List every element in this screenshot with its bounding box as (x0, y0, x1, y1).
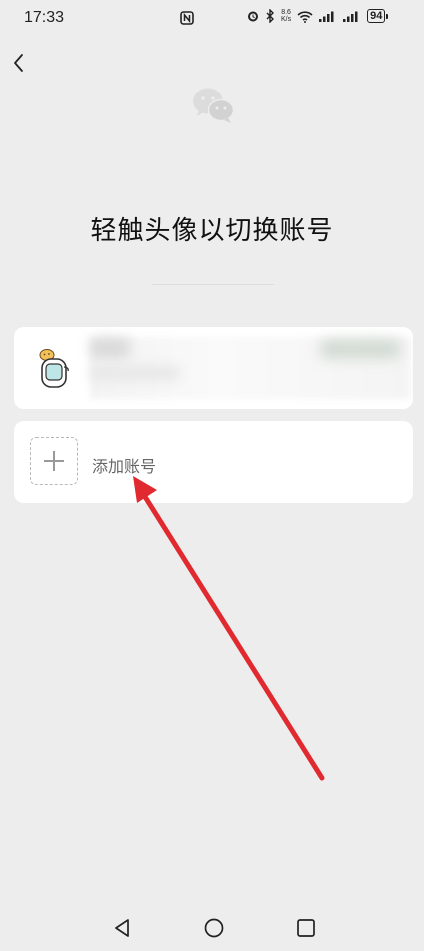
net-speed-value: 8.6 (281, 9, 291, 16)
chevron-left-icon (14, 54, 23, 72)
blurred-detail (90, 366, 180, 380)
blurred-name (90, 338, 130, 358)
divider (152, 284, 274, 285)
add-account-label: 添加账号 (92, 457, 157, 476)
status-time: 17:33 (24, 9, 65, 26)
status-icons: 8.6 K/s 94 (246, 9, 389, 23)
navigation-bar (0, 915, 424, 951)
net-speed-unit: K/s (281, 16, 292, 23)
circle-home-icon[interactable] (203, 917, 225, 939)
wechat-logo-icon (192, 86, 236, 128)
square-recent-icon[interactable] (295, 917, 317, 939)
status-bar: 17:33 8.6 K/s 94 (0, 0, 424, 36)
signal-icon-2 (343, 11, 358, 22)
alarm-icon (248, 11, 258, 22)
plus-vertical (53, 451, 55, 471)
nfc-icon (180, 10, 194, 29)
triangle-back-icon[interactable] (112, 917, 132, 939)
bluetooth-icon (266, 9, 274, 23)
signal-icon (319, 11, 334, 22)
blurred-status (320, 340, 400, 358)
battery-indicator: 94 (367, 9, 389, 23)
add-account-button[interactable]: 添加账号 (14, 421, 413, 503)
back-button[interactable] (8, 50, 32, 76)
wifi-icon (297, 10, 313, 23)
plus-icon (30, 437, 78, 485)
avatar[interactable] (34, 347, 74, 389)
net-speed: 8.6 K/s (281, 9, 291, 23)
page-title: 轻触头像以切换账号 (90, 216, 334, 246)
